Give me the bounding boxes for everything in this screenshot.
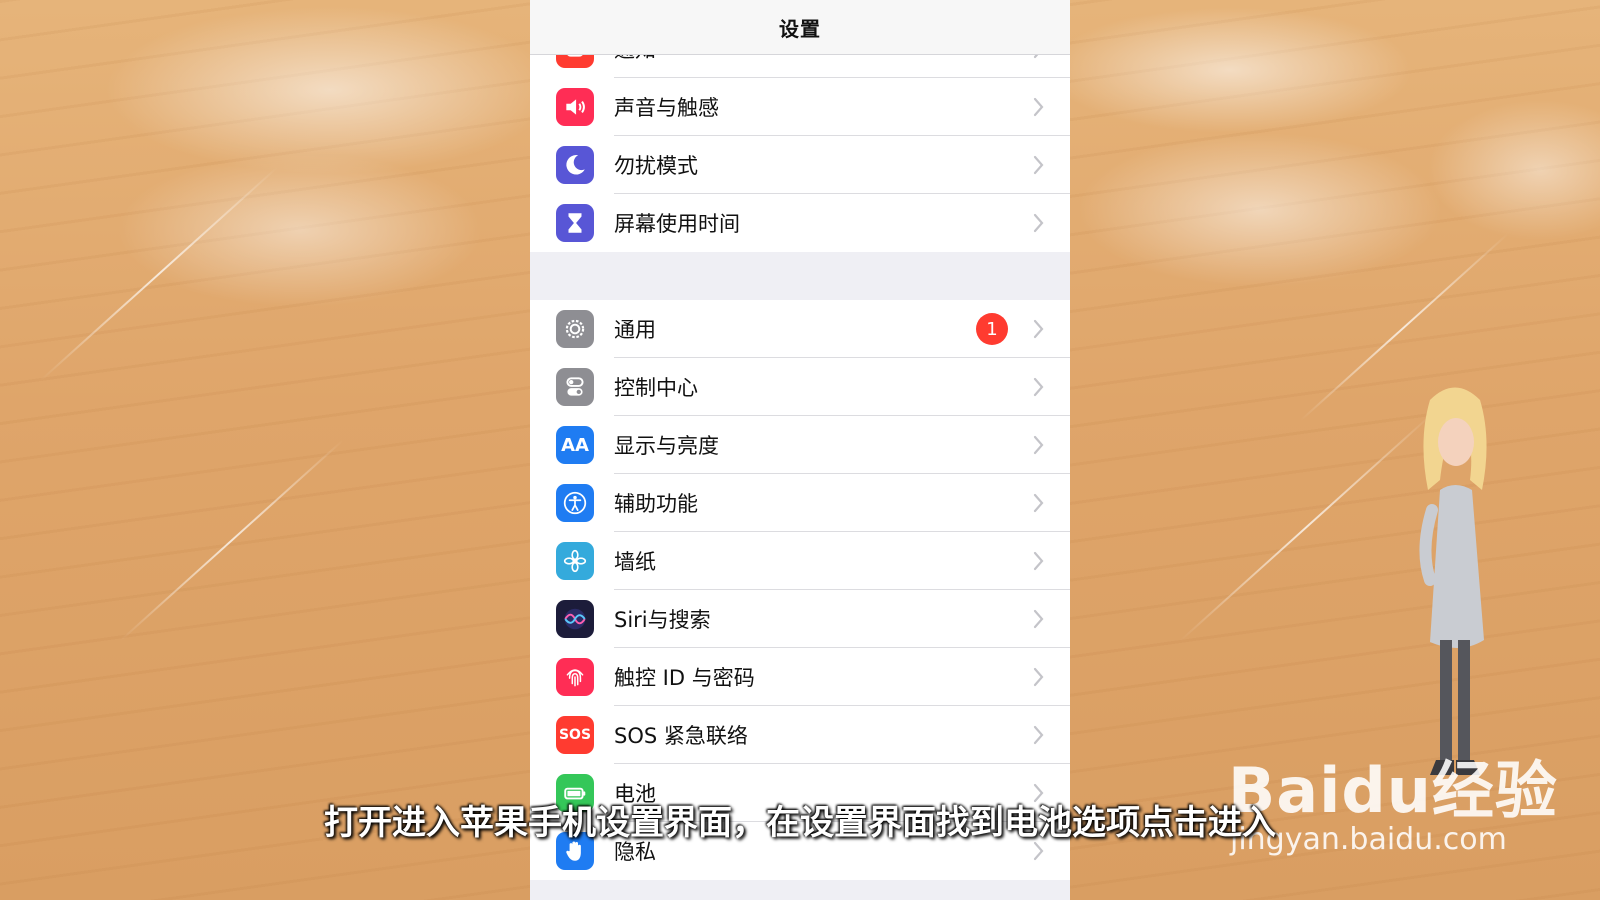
chevron-right-icon [1033, 319, 1044, 339]
chevron-right-icon [1033, 155, 1044, 175]
moon-icon [556, 146, 594, 184]
video-subtitle: 打开进入苹果手机设置界面，在设置界面找到电池选项点击进入 [324, 803, 1276, 843]
navigation-bar: 设置 [530, 0, 1070, 55]
light-streak [1179, 412, 1434, 642]
accessibility-icon [556, 484, 594, 522]
settings-row-label: 墙纸 [614, 550, 656, 574]
settings-row-label: 通用 [614, 318, 656, 342]
icon-glyph: AA [561, 434, 589, 456]
settings-row-sounds[interactable]: 声音与触感 [530, 78, 1070, 136]
light-streak [39, 166, 279, 382]
settings-row-general[interactable]: 通用 1 [530, 300, 1070, 358]
settings-row-label: 声音与触感 [614, 96, 719, 120]
settings-row-accessibility[interactable]: 辅助功能 [530, 474, 1070, 532]
siri-icon [556, 600, 594, 638]
settings-row-label: 控制中心 [614, 376, 698, 400]
chevron-right-icon [1033, 551, 1044, 571]
chevron-right-icon [1033, 97, 1044, 117]
settings-row-control-center[interactable]: 控制中心 [530, 358, 1070, 416]
speaker-icon [556, 88, 594, 126]
chevron-right-icon [1033, 493, 1044, 513]
settings-row-display[interactable]: AA 显示与亮度 [530, 416, 1070, 474]
settings-screen: 设置 通知 声音与触感 [530, 0, 1070, 900]
settings-row-label: 勿扰模式 [614, 154, 698, 178]
fingerprint-icon [556, 658, 594, 696]
settings-group-2: 通用 1 控制中心 AA 显示与亮度 辅助功能 墙纸 Siri与搜索 触控 ID… [530, 300, 1070, 880]
notification-badge: 1 [976, 313, 1008, 345]
settings-row-dnd[interactable]: 勿扰模式 [530, 136, 1070, 194]
settings-row-label: 显示与亮度 [614, 434, 719, 458]
settings-row-wallpaper[interactable]: 墙纸 [530, 532, 1070, 590]
settings-row-siri[interactable]: Siri与搜索 [530, 590, 1070, 648]
gear-icon [556, 310, 594, 348]
video-frame: 设置 通知 声音与触感 [0, 0, 1600, 900]
chevron-right-icon [1033, 377, 1044, 397]
hourglass-icon [556, 204, 594, 242]
settings-row-label: 触控 ID 与密码 [614, 666, 755, 690]
page-title: 设置 [779, 16, 821, 41]
settings-row-label: 辅助功能 [614, 492, 698, 516]
sos-icon: SOS [556, 716, 594, 754]
chevron-right-icon [1033, 725, 1044, 745]
text-size-icon: AA [556, 426, 594, 464]
chevron-right-icon [1033, 841, 1044, 861]
chevron-right-icon [1033, 609, 1044, 629]
light-streak [119, 439, 344, 642]
settings-row-label: SOS 紧急联络 [614, 724, 748, 748]
settings-row-label: 屏幕使用时间 [614, 212, 740, 236]
settings-row-screen-time[interactable]: 屏幕使用时间 [530, 194, 1070, 252]
chevron-right-icon [1033, 213, 1044, 233]
settings-row-label: Siri与搜索 [614, 608, 711, 632]
icon-glyph: SOS [558, 727, 592, 743]
flower-icon [556, 542, 594, 580]
chevron-right-icon [1033, 435, 1044, 455]
presenter-character [1419, 387, 1487, 775]
settings-row-touch-id[interactable]: 触控 ID 与密码 [530, 648, 1070, 706]
chevron-right-icon [1033, 667, 1044, 687]
settings-row-sos[interactable]: SOS SOS 紧急联络 [530, 706, 1070, 764]
switches-icon [556, 368, 594, 406]
